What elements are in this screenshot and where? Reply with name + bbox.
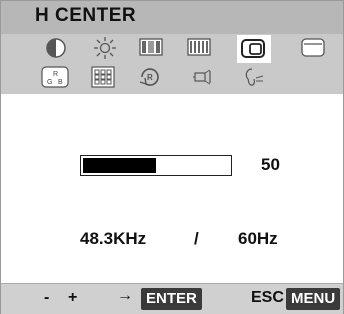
recall-icon[interactable] [243, 66, 265, 88]
degauss-icon[interactable] [191, 68, 213, 86]
reset-letter: R [147, 73, 153, 82]
vertical-frequency: 60Hz [238, 229, 278, 248]
esc-key-label[interactable]: ESC [251, 289, 284, 307]
icon-panel: R G B R [1, 34, 343, 94]
plus-key-label: + [68, 289, 78, 306]
slider-value: 50 [261, 155, 280, 174]
rgb-b-label: B [58, 79, 63, 86]
adjust-slider[interactable] [80, 155, 232, 176]
rgb-r-label: R [53, 71, 58, 78]
v-size-icon[interactable] [301, 38, 325, 58]
h-position-icon[interactable] [139, 38, 163, 56]
brightness-icon[interactable] [93, 36, 117, 60]
slider-fill [83, 158, 156, 173]
arrow-right-icon: → [117, 287, 133, 304]
footer-bar: - + → ENTER ESC MENU [1, 283, 343, 314]
minus-key-label: - [44, 289, 50, 306]
reset-icon[interactable]: R [138, 65, 162, 89]
v-position-icon[interactable] [187, 38, 211, 56]
contrast-icon[interactable] [45, 37, 67, 59]
title-bar: H CENTER [1, 1, 343, 34]
menu-key-badge[interactable]: MENU [286, 288, 341, 310]
rgb-g-label: G [47, 79, 52, 86]
page-title: H CENTER [35, 5, 137, 26]
osd-window: H CENTER R G B R 50 48.3KHz / 60Hz - + →… [0, 0, 344, 314]
enter-key-badge[interactable]: ENTER [141, 288, 202, 310]
grid-pattern-icon[interactable] [91, 66, 115, 88]
frequency-separator: / [194, 229, 199, 248]
rgb-color-icon[interactable]: R G B [41, 66, 69, 88]
h-size-icon[interactable] [237, 35, 271, 63]
horizontal-frequency: 48.3KHz [80, 229, 147, 248]
